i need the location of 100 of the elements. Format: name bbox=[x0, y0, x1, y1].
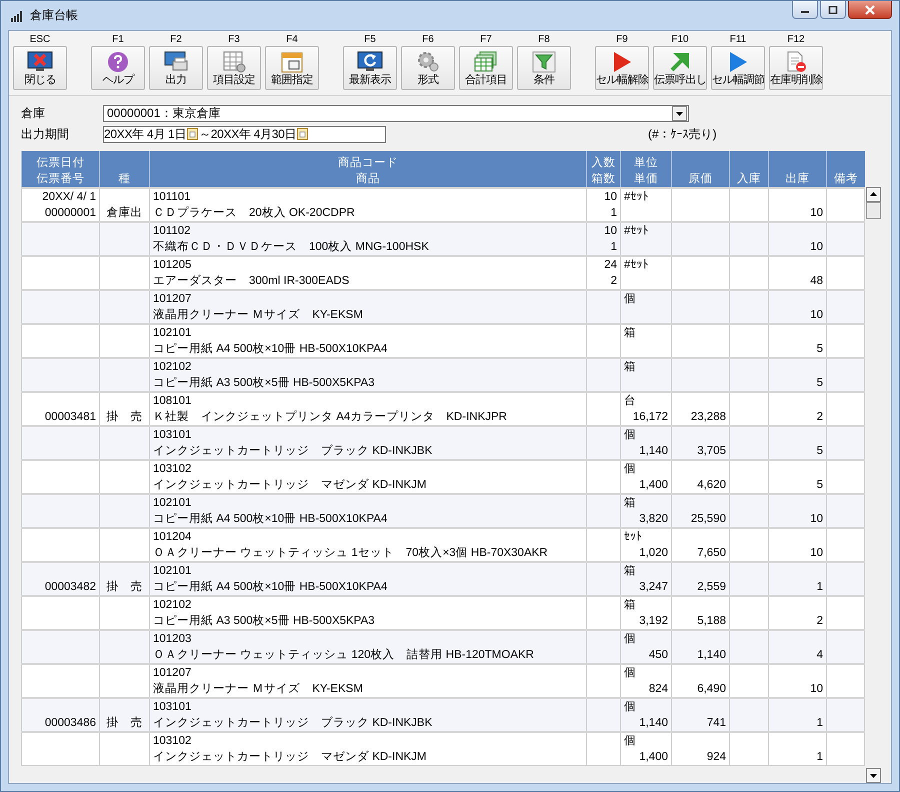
unit-price: 16,172 bbox=[632, 411, 668, 423]
unit: 個 bbox=[624, 293, 636, 305]
column-header: 原価 bbox=[672, 151, 730, 188]
toolbar-button[interactable]: 項目設定 bbox=[207, 46, 261, 90]
shipped-quantity: 1 bbox=[816, 581, 823, 593]
cost: 6,490 bbox=[697, 683, 726, 695]
shipped-quantity: 2 bbox=[816, 411, 823, 423]
calendar-icon bbox=[297, 128, 308, 140]
unit: 箱 bbox=[624, 565, 636, 577]
slip-type: 倉庫出 bbox=[106, 207, 142, 219]
unit-price: 1,140 bbox=[639, 717, 668, 729]
warehouse-dropdown[interactable]: 00000001：東京倉庫 bbox=[103, 104, 689, 122]
toolbar-button[interactable]: 最新表示 bbox=[343, 46, 397, 90]
shipped-quantity: 2 bbox=[816, 615, 823, 627]
document-delete-icon bbox=[785, 51, 807, 73]
unit: #ｾｯﾄ bbox=[624, 259, 648, 271]
column-header: 伝票日付 伝票番号 bbox=[22, 151, 100, 188]
period-field[interactable]: 20XX年 4月 1日 ～20XX年 4月30日 bbox=[103, 126, 386, 142]
toolbar-button[interactable]: セル幅解除 bbox=[595, 46, 649, 90]
unit: 個 bbox=[624, 463, 636, 475]
function-key-label: F4 bbox=[286, 33, 298, 46]
minimize-button[interactable] bbox=[792, 1, 818, 19]
period-label: 出力期間 bbox=[21, 126, 70, 142]
toolbar-button[interactable]: ヘルプ bbox=[91, 46, 145, 90]
toolbar-button[interactable]: 伝票呼出し bbox=[653, 46, 707, 90]
slip-number: 00003482 bbox=[44, 581, 96, 593]
unit: 箱 bbox=[624, 599, 636, 611]
unit: #ｾｯﾄ bbox=[624, 191, 648, 203]
product-name: コピー用紙 A4 500枚×10冊 HB-500X10KPA4 bbox=[153, 343, 388, 355]
product-name: Ｋ社製 インクジェットプリンタ A4カラープリンタ KD-INKJPR bbox=[153, 411, 507, 423]
legend-note: (#：ｹｰｽ売り) bbox=[648, 126, 717, 142]
bar-chart-icon bbox=[11, 10, 25, 22]
product-code: 103102 bbox=[153, 735, 192, 747]
maximize-button[interactable] bbox=[820, 1, 846, 19]
unit: 個 bbox=[624, 701, 636, 713]
cost: 25,590 bbox=[690, 513, 726, 525]
unit-price: 3,247 bbox=[639, 581, 668, 593]
scroll-down-icon[interactable] bbox=[866, 768, 881, 783]
column-header: 種 bbox=[100, 151, 150, 188]
function-key-label: ESC bbox=[30, 33, 50, 46]
unit-price: 1,400 bbox=[639, 751, 668, 763]
unit: ｾｯﾄ bbox=[624, 531, 642, 543]
shipped-quantity: 10 bbox=[810, 547, 823, 559]
unit: 箱 bbox=[624, 497, 636, 509]
shipped-quantity: 5 bbox=[816, 377, 823, 389]
product-name: 不織布ＣＤ・ＤＶＤケース 100枚入 MNG-100HSK bbox=[153, 241, 429, 253]
product-code: 101205 bbox=[153, 259, 192, 271]
play-icon bbox=[611, 51, 633, 73]
column-header: 入数 箱数 bbox=[586, 151, 620, 188]
product-name: コピー用紙 A3 500枚×5冊 HB-500X5KPA3 bbox=[153, 615, 375, 627]
unit: 箱 bbox=[624, 327, 636, 339]
toolbar-button[interactable]: 合計項目 bbox=[459, 46, 513, 90]
close-button[interactable] bbox=[848, 1, 892, 19]
product-name: ＣＤプラケース 20枚入 OK-20CDPR bbox=[153, 207, 355, 219]
unit-price: 1,400 bbox=[639, 479, 668, 491]
unit: 個 bbox=[624, 735, 636, 747]
calendar-icon bbox=[187, 128, 198, 140]
column-header: 単位 単価 bbox=[620, 151, 672, 188]
quantity-per-case: 10 bbox=[604, 191, 617, 203]
window-title: 倉庫台帳 bbox=[30, 7, 78, 24]
scrollbar-thumb[interactable] bbox=[866, 202, 881, 219]
toolbar-button[interactable]: セル幅調節 bbox=[711, 46, 765, 90]
product-code: 102101 bbox=[153, 497, 192, 509]
product-code: 101207 bbox=[153, 293, 192, 305]
slip-type: 掛 売 bbox=[106, 411, 142, 423]
toolbar-button[interactable]: 範囲指定 bbox=[265, 46, 319, 90]
function-key-label: F6 bbox=[422, 33, 434, 46]
unit-price: 1,020 bbox=[639, 547, 668, 559]
unit: 個 bbox=[624, 429, 636, 441]
unit-price: 824 bbox=[648, 683, 668, 695]
product-code: 101203 bbox=[153, 633, 192, 645]
close-icon bbox=[27, 51, 53, 73]
quantity-per-case: 24 bbox=[604, 259, 617, 271]
product-code: 103101 bbox=[153, 429, 192, 441]
slip-type: 掛 売 bbox=[106, 717, 142, 729]
quantity-per-case: 10 bbox=[604, 225, 617, 237]
toolbar-button[interactable]: 出力 bbox=[149, 46, 203, 90]
cost: 2,559 bbox=[697, 581, 726, 593]
toolbar-button[interactable]: 在庫明削除 bbox=[769, 46, 823, 90]
cost: 7,650 bbox=[697, 547, 726, 559]
unit: 個 bbox=[624, 667, 636, 679]
shipped-quantity: 10 bbox=[810, 207, 823, 219]
unit: 個 bbox=[624, 633, 636, 645]
grid-settings-icon bbox=[222, 51, 246, 73]
column-header: 出庫 bbox=[768, 151, 826, 188]
shipped-quantity: 4 bbox=[816, 649, 823, 661]
function-key-label: F9 bbox=[616, 33, 628, 46]
spreadsheet-icon bbox=[474, 51, 498, 73]
cost: 924 bbox=[706, 751, 726, 763]
arrow-icon bbox=[669, 51, 691, 73]
calendar-icon bbox=[280, 51, 304, 73]
toolbar-button[interactable]: 形式 bbox=[401, 46, 455, 90]
product-name: インクジェットカートリッジ マゼンダ KD-INKJM bbox=[153, 479, 426, 491]
product-code: 101101 bbox=[153, 191, 191, 203]
toolbar-button[interactable]: 条件 bbox=[517, 46, 571, 90]
unit: 台 bbox=[624, 395, 636, 407]
product-code: 102102 bbox=[153, 599, 192, 611]
scroll-up-icon[interactable] bbox=[866, 187, 881, 202]
product-name: コピー用紙 A4 500枚×10冊 HB-500X10KPA4 bbox=[153, 581, 388, 593]
toolbar-button[interactable]: 閉じる bbox=[13, 46, 67, 90]
